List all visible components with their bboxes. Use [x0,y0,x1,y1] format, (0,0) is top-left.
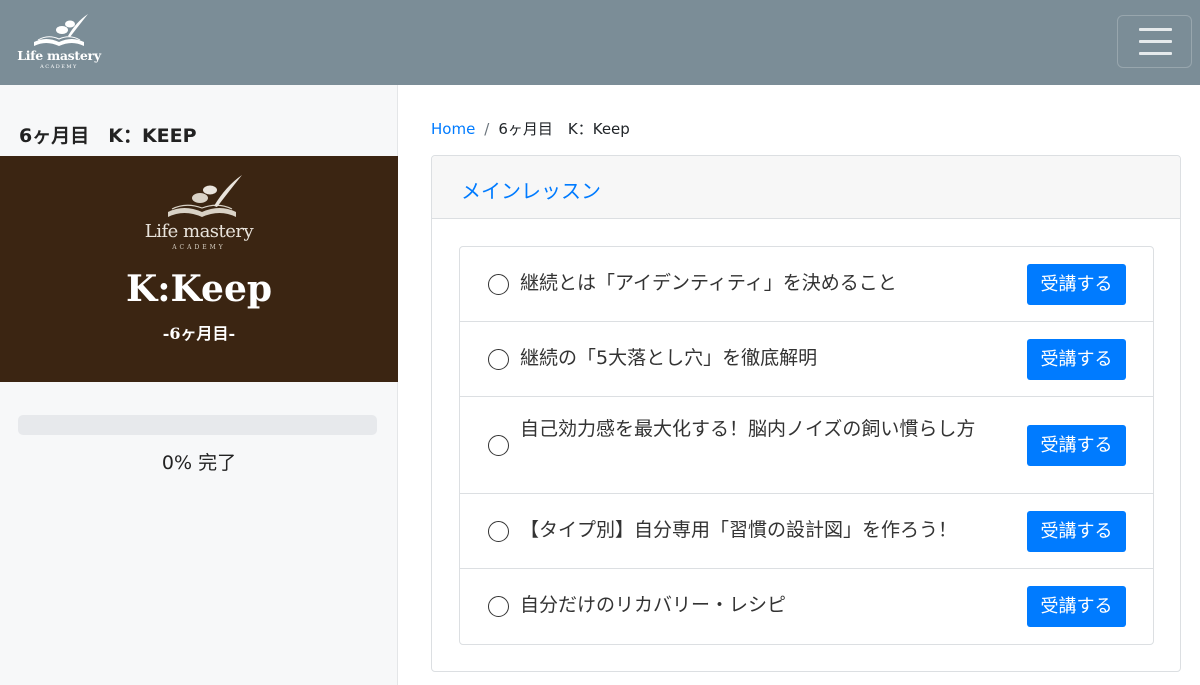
lesson-status-radio-icon [488,521,509,542]
lesson-list: 継続とは「アイデンティティ」を決めること 受講する 継続の「5大落とし穴」を徹底… [459,246,1154,645]
breadcrumb-home-link[interactable]: Home [431,120,475,138]
lesson-title: 自分だけのリカバリー・レシピ [520,594,787,616]
take-lesson-button[interactable]: 受講する [1027,425,1126,466]
banner-title: K:Keep [125,268,273,310]
breadcrumb-current: 6ヶ月目 K：Keep [498,120,630,138]
logo-subtext: ACADEMY [40,64,78,70]
brand-logo[interactable]: Life mastery ACADEMY [16,12,102,72]
sidebar: 6ヶ月目 K：KEEP Life mastery ACADEMY K:Keep … [0,85,398,685]
lesson-item: 【タイプ別】自分専用「習慣の設計図」を作ろう！ 受講する [460,494,1153,569]
lesson-item: 自分だけのリカバリー・レシピ 受講する [460,569,1153,644]
course-banner-image: Life mastery ACADEMY K:Keep -6ヶ月目- [0,156,398,382]
take-lesson-button[interactable]: 受講する [1027,586,1126,627]
take-lesson-button[interactable]: 受講する [1027,264,1126,305]
card-header-title[interactable]: メインレッスン [461,175,601,204]
lesson-title: 継続の「5大落とし穴」を徹底解明 [520,347,818,369]
lesson-status-radio-icon [488,435,509,456]
progress-label: 0% 完了 [161,452,237,474]
menu-toggle-button[interactable] [1117,15,1192,68]
hamburger-icon [1139,28,1172,31]
logo-text: Life mastery [17,48,101,63]
course-title: 6ヶ月目 K：KEEP [19,125,197,147]
lesson-item: 継続の「5大落とし穴」を徹底解明 受講する [460,322,1153,397]
lesson-status-radio-icon [488,596,509,617]
top-navbar: Life mastery ACADEMY [0,0,1200,85]
book-feather-icon [34,14,88,46]
lesson-item: 継続とは「アイデンティティ」を決めること 受講する [460,247,1153,322]
book-feather-icon [168,175,242,217]
breadcrumb: Home / 6ヶ月目 K：Keep [431,118,630,139]
banner-logo-text: Life mastery [144,221,254,242]
breadcrumb-separator: / [484,120,490,138]
progress-bar [18,415,377,435]
lessons-card: メインレッスン 継続とは「アイデンティティ」を決めること 受講する 継続の「5大… [431,155,1181,672]
take-lesson-button[interactable]: 受講する [1027,339,1126,380]
lesson-item: 自己効力感を最大化する！脳内ノイズの飼い慣らし方 受講する [460,397,1153,494]
lesson-status-radio-icon [488,274,509,295]
take-lesson-button[interactable]: 受講する [1027,511,1126,552]
lesson-title: 【タイプ別】自分専用「習慣の設計図」を作ろう！ [520,519,958,541]
lesson-title: 自己効力感を最大化する！脳内ノイズの飼い慣らし方 [520,418,976,440]
banner-subtitle: -6ヶ月目- [162,324,236,343]
banner-logo-subtext: ACADEMY [172,244,226,251]
lesson-title: 継続とは「アイデンティティ」を決めること [520,272,897,294]
lesson-status-radio-icon [488,349,509,370]
card-header: メインレッスン [432,156,1180,219]
